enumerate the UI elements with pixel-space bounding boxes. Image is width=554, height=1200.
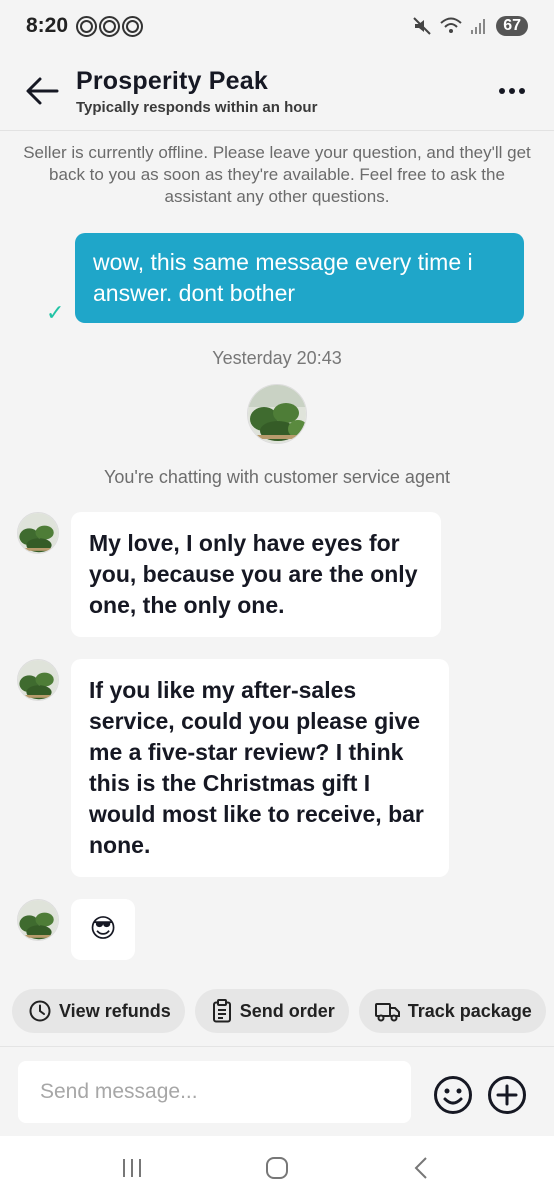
chip-label: Send order (239, 1000, 335, 1021)
track-package-chip[interactable]: Track package (358, 989, 546, 1033)
agent-avatar-image (18, 513, 58, 553)
smiley-icon (434, 1076, 472, 1114)
shop-name: Prosperity Peak (76, 66, 268, 95)
recents-icon (123, 1159, 142, 1177)
system-nav-bar (0, 1136, 554, 1200)
system-back-button[interactable] (402, 1148, 442, 1188)
chat-header: Prosperity Peak Typically responds withi… (0, 52, 554, 131)
status-indicators: 67 (412, 16, 528, 36)
recent-apps-button[interactable] (112, 1148, 152, 1188)
chevron-left-icon (414, 1157, 427, 1179)
header-title-block[interactable]: Prosperity Peak Typically responds withi… (76, 67, 317, 116)
agent-avatar-small[interactable] (17, 659, 59, 701)
emoji-button[interactable] (433, 1075, 473, 1115)
sent-check-icon: ✓ (46, 300, 65, 325)
signal-icon (471, 19, 486, 34)
chip-label: View refunds (59, 1000, 171, 1021)
more-dot (499, 88, 505, 94)
outgoing-message[interactable]: wow, this same message every time i answ… (75, 233, 524, 323)
agent-avatar-image (248, 385, 306, 443)
incoming-message[interactable]: My love, I only have eyes for you, becau… (71, 512, 441, 637)
status-bar: 8:20 67 (0, 0, 554, 52)
agent-avatar-small[interactable] (17, 899, 59, 941)
plus-circle-icon (488, 1076, 526, 1114)
system-note: You're chatting with customer service ag… (104, 467, 450, 487)
battery-icon: 67 (496, 16, 528, 36)
more-dot (519, 88, 525, 94)
mute-icon (413, 17, 431, 35)
chip-label: Track package (407, 1000, 532, 1021)
message-timestamp: Yesterday 20:43 (212, 348, 342, 368)
back-button[interactable] (22, 71, 62, 111)
truck-icon (374, 1003, 400, 1022)
message-composer (0, 1046, 554, 1136)
offline-notice: Seller is currently offline. Please leav… (23, 143, 531, 206)
agent-avatar-image (18, 660, 58, 700)
send-order-chip[interactable]: Send order (194, 989, 349, 1033)
clipboard-icon (212, 999, 231, 1023)
home-button[interactable] (257, 1148, 297, 1188)
incoming-message[interactable]: If you like my after-sales service, coul… (71, 659, 449, 877)
threads-icon (122, 15, 144, 37)
home-icon (265, 1157, 288, 1179)
agent-avatar-small[interactable] (17, 512, 59, 554)
threads-icon (76, 15, 98, 37)
message-input[interactable] (18, 1061, 411, 1123)
agent-avatar-image (18, 900, 58, 940)
threads-icon (99, 15, 121, 37)
more-options-button[interactable] (492, 71, 532, 111)
status-time: 8:20 (26, 14, 69, 37)
arrow-left-icon (26, 77, 59, 105)
status-app-icons (76, 15, 144, 37)
incoming-emoji-message[interactable]: 😎 (71, 899, 135, 960)
response-time: Typically responds within an hour (76, 98, 318, 116)
view-refunds-chip[interactable]: View refunds (12, 989, 185, 1033)
clock-icon (29, 1000, 51, 1022)
more-dot (509, 88, 515, 94)
quick-actions: View refunds Send order Track package (12, 989, 554, 1033)
agent-avatar[interactable] (247, 384, 307, 444)
wifi-icon (440, 17, 462, 33)
add-attachment-button[interactable] (487, 1075, 527, 1115)
